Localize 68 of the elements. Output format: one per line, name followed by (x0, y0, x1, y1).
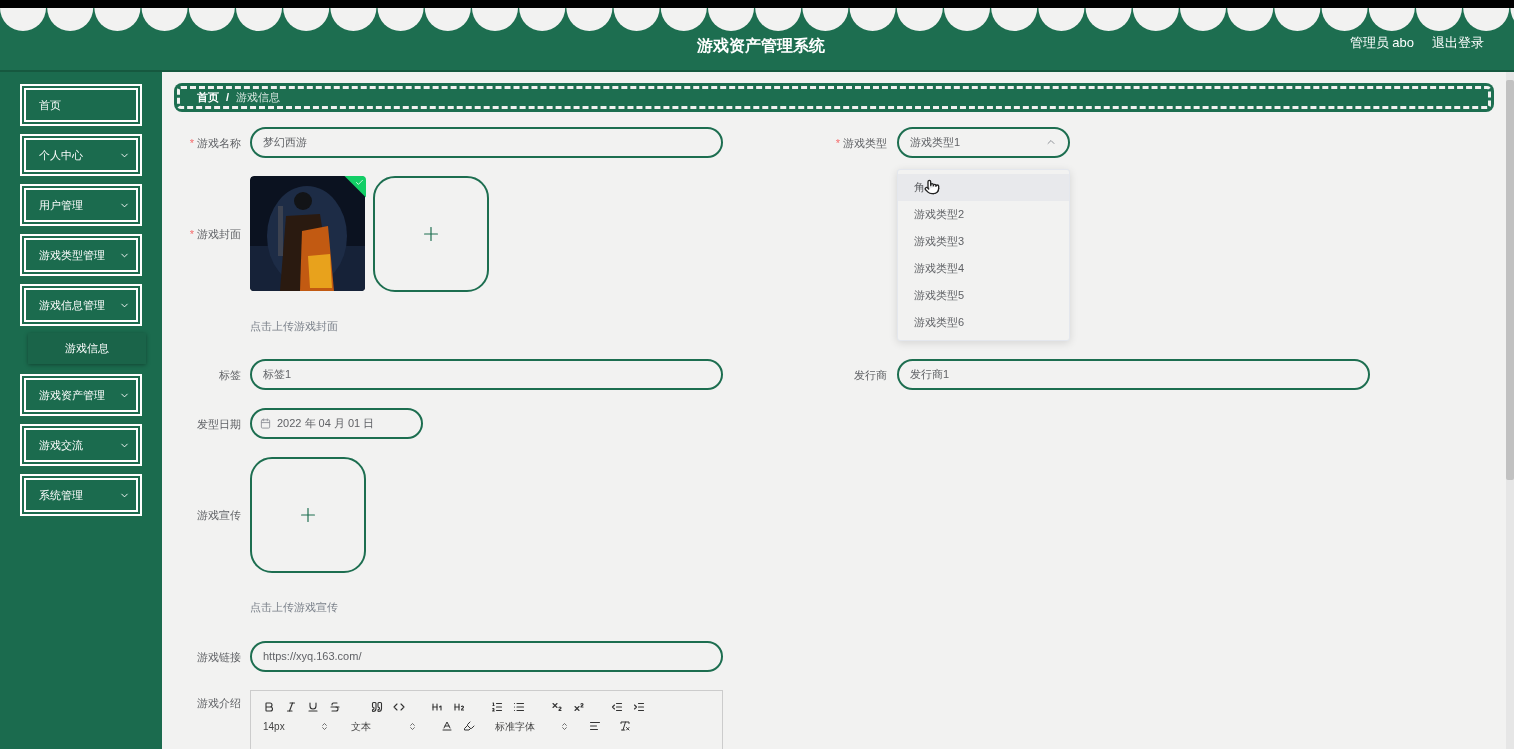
check-icon (355, 177, 364, 187)
updown-icon (408, 721, 417, 731)
calendar-icon (260, 418, 271, 429)
field-label: 发行商 (854, 368, 887, 383)
sidebar-item[interactable]: 游戏类型管理 (20, 234, 142, 276)
field-label: 游戏类型 (843, 135, 887, 151)
field-label: 游戏介绍 (197, 695, 241, 711)
required-asterisk: * (835, 135, 840, 151)
field-label: 游戏宣传 (197, 508, 241, 523)
font-size-select[interactable]: 14px (263, 718, 335, 734)
subscript-icon[interactable] (551, 700, 563, 713)
hand-cursor-icon (924, 178, 940, 195)
breadcrumb-separator: / (226, 90, 230, 105)
date-field[interactable]: 2022 年 04 月 01 日 (250, 408, 423, 439)
breadcrumb-link[interactable]: 首页 (197, 89, 219, 106)
text-style-select[interactable]: 文本 (351, 718, 423, 734)
clear-format-icon[interactable] (619, 720, 631, 732)
app-title: 游戏资产管理系统 (697, 36, 825, 56)
strikethrough-icon[interactable] (329, 700, 341, 713)
updown-icon (320, 721, 329, 731)
logout-link[interactable]: 退出登录 (1432, 33, 1484, 53)
numbered-list-icon[interactable] (491, 700, 503, 713)
sidebar-item[interactable]: 首页 (20, 84, 142, 126)
input-field[interactable]: 标签1 (250, 359, 723, 390)
dropdown-option[interactable]: 游戏类型2 (898, 200, 1069, 228)
sidebar-item[interactable]: 个人中心 (20, 134, 142, 176)
field-label: 标签 (219, 368, 241, 383)
field-label: 游戏名称 (197, 135, 241, 151)
outdent-icon[interactable] (611, 700, 623, 713)
font-family-select[interactable]: 标准字体 (495, 718, 575, 734)
bold-icon[interactable] (263, 700, 275, 713)
user-name: 管理员 abo (1349, 34, 1414, 52)
date-value: 2022 年 04 月 01 日 (277, 416, 375, 432)
sidebar-subitem[interactable]: 游戏信息 (28, 333, 146, 364)
field-label: 发型日期 (197, 417, 241, 432)
italic-icon[interactable] (285, 700, 297, 713)
required-asterisk: * (189, 226, 194, 242)
upload-button[interactable] (250, 457, 366, 573)
quote-icon[interactable] (371, 700, 383, 713)
highlight-icon[interactable] (463, 720, 475, 732)
dropdown-option[interactable]: 游戏类型6 (898, 308, 1069, 336)
upload-hint: 点击上传游戏宣传 (250, 600, 339, 615)
input-field[interactable]: https://xyq.163.com/ (250, 640, 723, 672)
input-field[interactable]: 发行商1 (897, 359, 1370, 390)
upload-hint: 点击上传游戏封面 (250, 318, 339, 334)
dropdown-option[interactable]: 游戏类型4 (898, 254, 1069, 282)
dropdown-option[interactable]: 游戏类型5 (898, 281, 1069, 309)
upload-button[interactable] (373, 175, 489, 292)
indent-icon[interactable] (633, 700, 645, 713)
text-color-icon[interactable] (441, 720, 453, 732)
underline-icon[interactable] (307, 700, 319, 713)
sidebar-item[interactable]: 用户管理 (20, 184, 142, 226)
align-left-icon[interactable] (589, 720, 601, 732)
updown-icon (560, 721, 569, 731)
sidebar-item[interactable]: 游戏资产管理 (20, 374, 142, 416)
sidebar-item[interactable]: 游戏信息管理 (20, 284, 142, 326)
superscript-icon[interactable] (573, 700, 585, 713)
dropdown-option[interactable]: 角 (898, 173, 1069, 201)
sidebar-item[interactable]: 系统管理 (20, 474, 142, 516)
dropdown-option[interactable]: 游戏类型3 (898, 227, 1069, 255)
required-asterisk: * (189, 135, 194, 151)
input-field[interactable]: 梦幻西游 (250, 126, 723, 158)
scrollbar[interactable] (1506, 72, 1514, 749)
select-field[interactable]: 游戏类型1 (897, 126, 1070, 158)
sidebar-item[interactable]: 游戏交流 (20, 424, 142, 466)
field-label: 游戏链接 (197, 649, 241, 665)
bullet-list-icon[interactable] (513, 700, 525, 713)
field-label: 游戏封面 (197, 226, 241, 242)
